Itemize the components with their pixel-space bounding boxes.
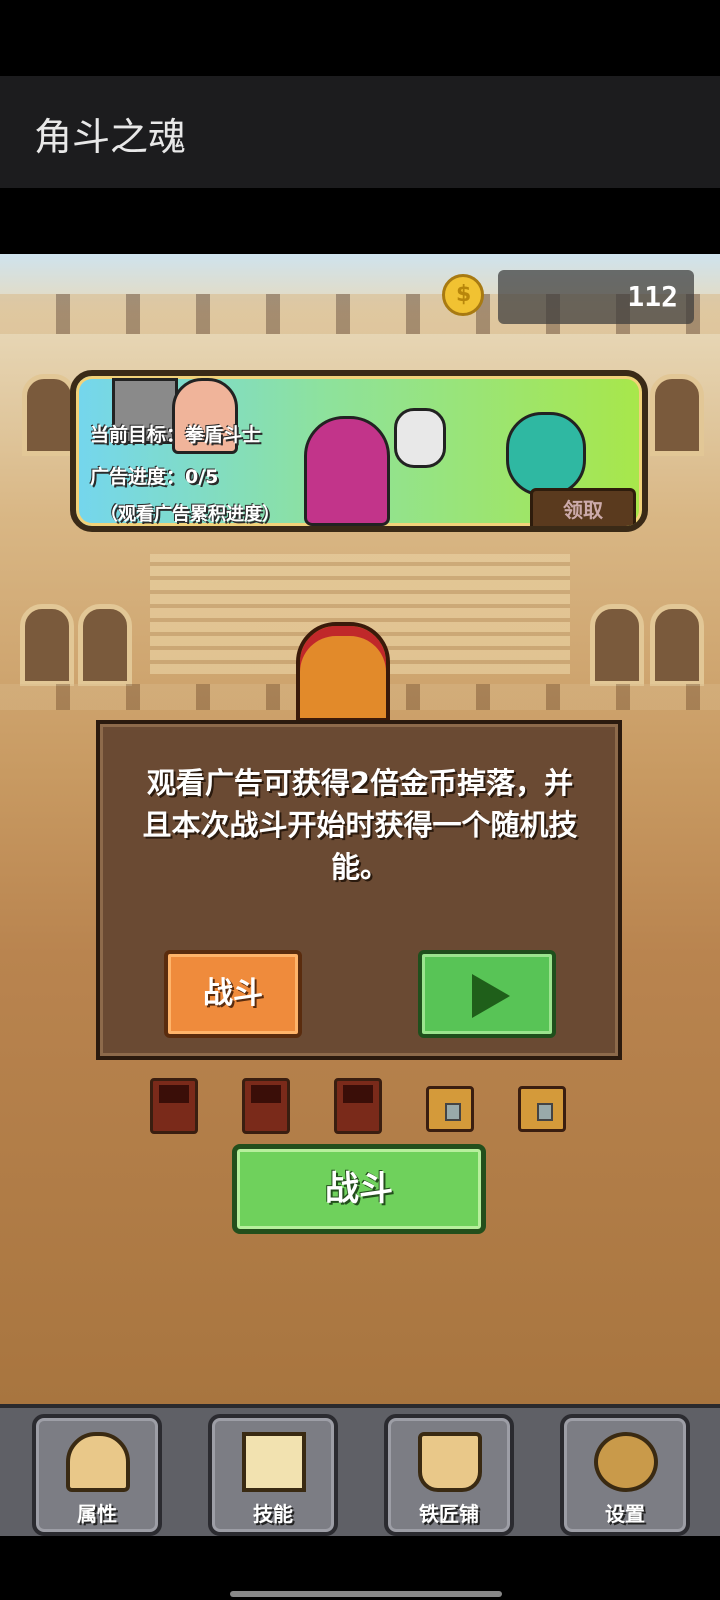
- gear-icon: [594, 1432, 658, 1492]
- nav-label: 铁匠铺: [419, 1502, 479, 1526]
- coin-counter: 112: [498, 270, 694, 324]
- nav-settings[interactable]: 设置: [560, 1414, 690, 1536]
- arena-arch: [22, 374, 76, 456]
- arena-scene: $ 112 当前目标：拳盾斗士 广告进度：0/5 （观看广告累积进度） 领取 观…: [0, 254, 720, 1404]
- app-title-bar: 角斗之魂: [0, 76, 720, 188]
- chest-icon: [426, 1086, 474, 1132]
- arena-arch: [590, 604, 644, 686]
- claim-button[interactable]: 领取: [530, 488, 636, 526]
- banner-progress-text: 广告进度：0/5: [90, 466, 219, 488]
- book-icon: [242, 1432, 306, 1492]
- status-bar: [0, 0, 720, 76]
- chest-icon: [334, 1078, 382, 1134]
- bottom-nav: 属性 技能 铁匠铺 设置: [0, 1404, 720, 1536]
- reward-character-sprite: [506, 412, 586, 496]
- top-spacer: [0, 188, 720, 254]
- arena-arch: [78, 604, 132, 686]
- banner-target-text: 当前目标：拳盾斗士: [90, 424, 262, 446]
- skeleton-sprite: [394, 408, 446, 468]
- coin-count: 112: [627, 280, 678, 313]
- arena-arch: [650, 604, 704, 686]
- player-helmet-sprite: [296, 622, 390, 722]
- ad-offer-dialog: 观看广告可获得2倍金币掉落，并且本次战斗开始时获得一个随机技能。 战斗: [96, 720, 622, 1060]
- dialog-message: 观看广告可获得2倍金币掉落，并且本次战斗开始时获得一个随机技能。: [142, 766, 578, 884]
- nav-skills[interactable]: 技能: [208, 1414, 338, 1536]
- chest-icon: [518, 1086, 566, 1132]
- fight-button[interactable]: 战斗: [232, 1144, 486, 1234]
- nav-label: 设置: [605, 1502, 645, 1526]
- play-icon: [472, 974, 510, 1018]
- arena-arch: [650, 374, 704, 456]
- app-title: 角斗之魂: [34, 115, 187, 159]
- gold-coin-icon: $: [442, 274, 484, 316]
- nav-blacksmith[interactable]: 铁匠铺: [384, 1414, 514, 1536]
- banner-hint-text: （观看广告累积进度）: [100, 504, 280, 525]
- home-indicator[interactable]: [230, 1591, 502, 1597]
- nav-label: 属性: [77, 1502, 117, 1526]
- arena-arch: [20, 604, 74, 686]
- nav-attributes[interactable]: 属性: [32, 1414, 162, 1536]
- helmet-icon: [66, 1432, 130, 1492]
- fight-without-ad-button[interactable]: 战斗: [164, 950, 302, 1038]
- ad-progress-banner[interactable]: 当前目标：拳盾斗士 广告进度：0/5 （观看广告累积进度） 领取: [70, 370, 648, 532]
- pink-warrior-sprite: [304, 416, 390, 526]
- nav-label: 技能: [253, 1502, 293, 1526]
- chest-icon: [242, 1078, 290, 1134]
- chest-icon: [150, 1078, 198, 1134]
- watch-ad-button[interactable]: [418, 950, 556, 1038]
- anvil-icon: [418, 1432, 482, 1492]
